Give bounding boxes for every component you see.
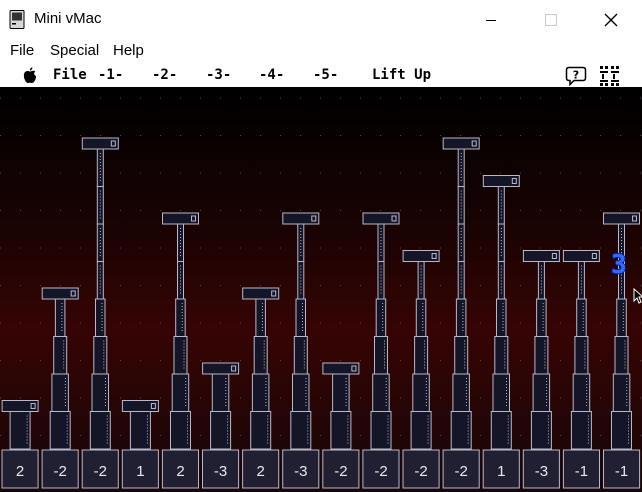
pillar-cap: [522, 250, 560, 262]
pillar-cap: [162, 212, 199, 225]
pillar-cap: [603, 212, 640, 225]
pillar-segment: [171, 373, 190, 412]
pillar-segment: [454, 336, 469, 375]
pillar-value-label: -1: [575, 463, 588, 480]
pillar-segment: [293, 336, 308, 375]
pillar-segment: [576, 298, 587, 337]
mac-menu-lift-up[interactable]: Lift Up: [372, 67, 431, 83]
pillar-segment: [534, 336, 549, 375]
pillar-segment: [616, 298, 627, 337]
maximize-button[interactable]: [522, 4, 580, 36]
game-board[interactable]: 2 -2 -2 1 2 -3 2 -3 -2 -2 -2 -2 1 -3 -1 -1: [0, 88, 642, 492]
pillar-segment: [492, 373, 510, 412]
mac-menu-file[interactable]: File: [53, 67, 87, 83]
pillar-cap: [322, 362, 360, 375]
pillar-cap: [242, 287, 280, 300]
pillar-segment: [572, 373, 591, 412]
mac-menu-1[interactable]: -1-: [98, 67, 123, 83]
pillar-value-label: -2: [414, 463, 427, 480]
pillar-segment: [372, 373, 390, 412]
mac-menu-5[interactable]: -5-: [313, 67, 338, 83]
pillar-segment: [532, 373, 551, 412]
pillar-segment: [415, 298, 427, 337]
pillar-segment: [496, 298, 507, 337]
minimize-button[interactable]: [462, 4, 520, 36]
pillar-segment: [211, 373, 230, 412]
pillar-segment: [93, 336, 108, 375]
pillar-value-label: 2: [16, 463, 24, 480]
pillar-segment: [536, 298, 547, 337]
maximize-icon: [545, 14, 557, 26]
pillar-segment: [255, 298, 266, 337]
score-counter: 3: [611, 250, 627, 280]
pillar-cap: [202, 362, 240, 375]
close-button[interactable]: [582, 4, 640, 36]
host-menu-file[interactable]: File: [10, 42, 34, 59]
pillar-segment: [494, 336, 509, 375]
pillar-cap: [1, 400, 39, 412]
pillar-segment: [412, 373, 430, 412]
pillar-cap: [482, 175, 520, 187]
pillar-cap: [81, 137, 119, 150]
window-titlebar[interactable]: Mini vMac: [0, 0, 642, 40]
pillar-segment: [574, 336, 589, 375]
mac-menu-2[interactable]: -2-: [152, 67, 177, 83]
pillar-segment: [292, 373, 310, 412]
pillar-value-label: 2: [176, 463, 184, 480]
svg-text:?: ?: [573, 69, 579, 82]
pillar-value-label: -3: [535, 463, 548, 480]
host-menu-special[interactable]: Special: [50, 42, 99, 59]
pillar-segment: [414, 336, 429, 375]
pillar-value-label: 1: [136, 463, 144, 480]
host-menu-bar: File Special Help: [0, 40, 642, 62]
mac-menu-3[interactable]: -3-: [206, 67, 231, 83]
pillar-segment: [332, 373, 350, 412]
pillar-cap: [41, 287, 79, 300]
pillar-value-label: -3: [294, 463, 307, 480]
pillar-cap: [402, 250, 440, 262]
pillar-cap: [562, 250, 600, 262]
pillar-segment: [375, 298, 387, 337]
pillar-segment: [91, 373, 109, 412]
pillar-segment: [614, 336, 629, 375]
pillar-value-label: -2: [54, 463, 67, 480]
pillar-segment: [54, 298, 66, 337]
pillar-value-label: -2: [334, 463, 347, 480]
mac-menu-bar: File -1- -2- -3- -4- -5- Lift Up ?: [0, 63, 642, 88]
pillar-value-label: -1: [615, 463, 628, 480]
pillar-cap: [282, 212, 320, 225]
pillar-segment: [173, 336, 188, 375]
pillar-value-label: -3: [214, 463, 227, 480]
pillar-segment: [612, 373, 631, 412]
close-icon: [604, 13, 618, 27]
help-balloon-icon[interactable]: ?: [565, 66, 587, 86]
pillar-segment: [374, 336, 388, 375]
pillar-segment: [295, 298, 306, 337]
pillar-cap: [362, 212, 400, 225]
pillar-value-label: -2: [455, 463, 468, 480]
pillar-segment: [251, 373, 270, 412]
pillar-value-label: -2: [374, 463, 387, 480]
pillar-segment: [53, 336, 68, 375]
pillar-segment: [452, 373, 470, 412]
pillar-value-label: 1: [497, 463, 505, 480]
pillar-cap: [121, 400, 159, 412]
pillar-segment: [175, 298, 186, 337]
application-menu-icon[interactable]: [599, 65, 621, 87]
window-title: Mini vMac: [34, 10, 102, 27]
apple-icon[interactable]: [22, 67, 38, 84]
emulator-screen[interactable]: 2 -2 -2 1 2 -3 2 -3 -2 -2 -2 -2 1 -3 -1 -1 3: [0, 88, 642, 492]
minimize-icon: [486, 20, 496, 21]
pillar-segment: [51, 373, 69, 412]
host-menu-help[interactable]: Help: [113, 42, 144, 59]
pillar-segment: [253, 336, 268, 375]
pillar-segment: [95, 298, 106, 337]
mouse-pointer-icon: [633, 288, 642, 304]
mac-computer-icon: [9, 10, 25, 29]
pillar-value-label: 2: [257, 463, 265, 480]
pillar-value-label: -2: [94, 463, 107, 480]
pillar-segment: [455, 298, 467, 337]
mac-menu-4[interactable]: -4-: [259, 67, 284, 83]
pillar-cap: [442, 137, 480, 150]
